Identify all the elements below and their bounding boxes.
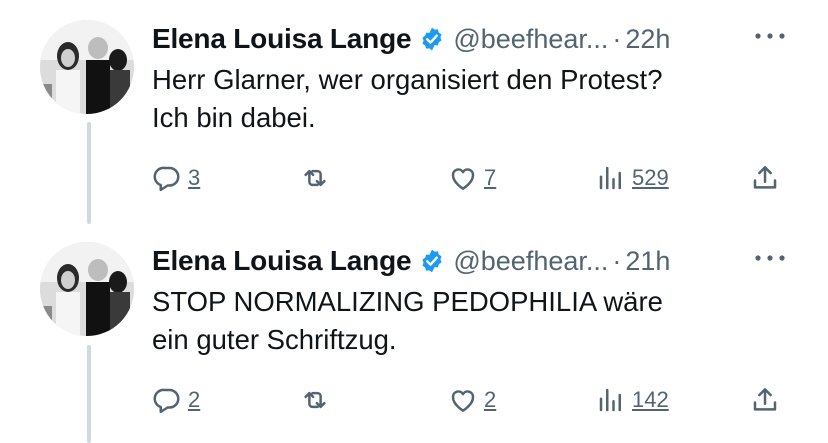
like-button[interactable]: 2 <box>448 380 496 420</box>
like-count: 7 <box>484 165 497 190</box>
tweet-text: Herr Glarner, wer organisiert den Protes… <box>152 64 663 133</box>
share-button[interactable] <box>750 158 780 198</box>
reply-count: 2 <box>188 387 201 412</box>
tweet-actions: 2 2 142 <box>0 380 828 420</box>
timestamp[interactable]: 21h <box>625 246 670 277</box>
reply-count: 3 <box>188 165 201 190</box>
separator-dot: · <box>612 245 622 276</box>
avatar[interactable] <box>40 20 134 114</box>
avatar-photo <box>40 20 134 114</box>
author-handle[interactable]: @beefhear... <box>453 24 608 55</box>
reply-button[interactable]: 3 <box>152 158 200 198</box>
author-handle[interactable]: @beefhear... <box>453 246 608 277</box>
separator-dot: · <box>612 23 622 54</box>
tweet-actions: 3 7 529 <box>0 158 828 198</box>
more-options-icon[interactable] <box>753 248 787 268</box>
tweet-header: Elena Louisa Lange @beefhear... · 21h <box>152 241 670 281</box>
tweet[interactable]: Elena Louisa Lange @beefhear... · 22h He… <box>0 0 828 220</box>
reply-button[interactable]: 2 <box>152 380 200 420</box>
tweet[interactable]: Elena Louisa Lange @beefhear... · 21h ST… <box>0 222 828 442</box>
views-count: 142 <box>632 387 669 412</box>
like-button[interactable]: 7 <box>448 158 496 198</box>
verified-badge-icon <box>422 27 442 51</box>
analytics-icon <box>599 166 621 190</box>
analytics-icon <box>599 388 621 412</box>
views-count: 529 <box>632 165 669 190</box>
tweet-header: Elena Louisa Lange @beefhear... · 22h <box>152 19 670 59</box>
author-name[interactable]: Elena Louisa Lange <box>152 245 412 277</box>
tweet-text: STOP NORMALIZING PEDOPHILIA wäre ein gut… <box>152 286 663 355</box>
reply-icon <box>153 166 180 192</box>
share-icon <box>753 388 777 411</box>
views-button[interactable]: 142 <box>596 380 669 420</box>
heart-icon <box>451 168 475 190</box>
verified-badge-icon <box>422 249 442 273</box>
retweet-button[interactable] <box>300 380 336 420</box>
retweet-button[interactable] <box>300 158 336 198</box>
more-options-icon[interactable] <box>753 26 787 46</box>
author-name[interactable]: Elena Louisa Lange <box>152 23 412 55</box>
views-button[interactable]: 529 <box>596 158 669 198</box>
avatar[interactable] <box>40 242 134 336</box>
like-count: 2 <box>484 387 497 412</box>
share-button[interactable] <box>750 380 780 420</box>
timestamp[interactable]: 22h <box>625 24 670 55</box>
reply-icon <box>153 388 180 414</box>
share-icon <box>753 166 777 189</box>
heart-icon <box>451 390 475 412</box>
retweet-icon <box>304 391 326 409</box>
avatar-photo <box>40 242 134 336</box>
retweet-icon <box>304 169 326 187</box>
